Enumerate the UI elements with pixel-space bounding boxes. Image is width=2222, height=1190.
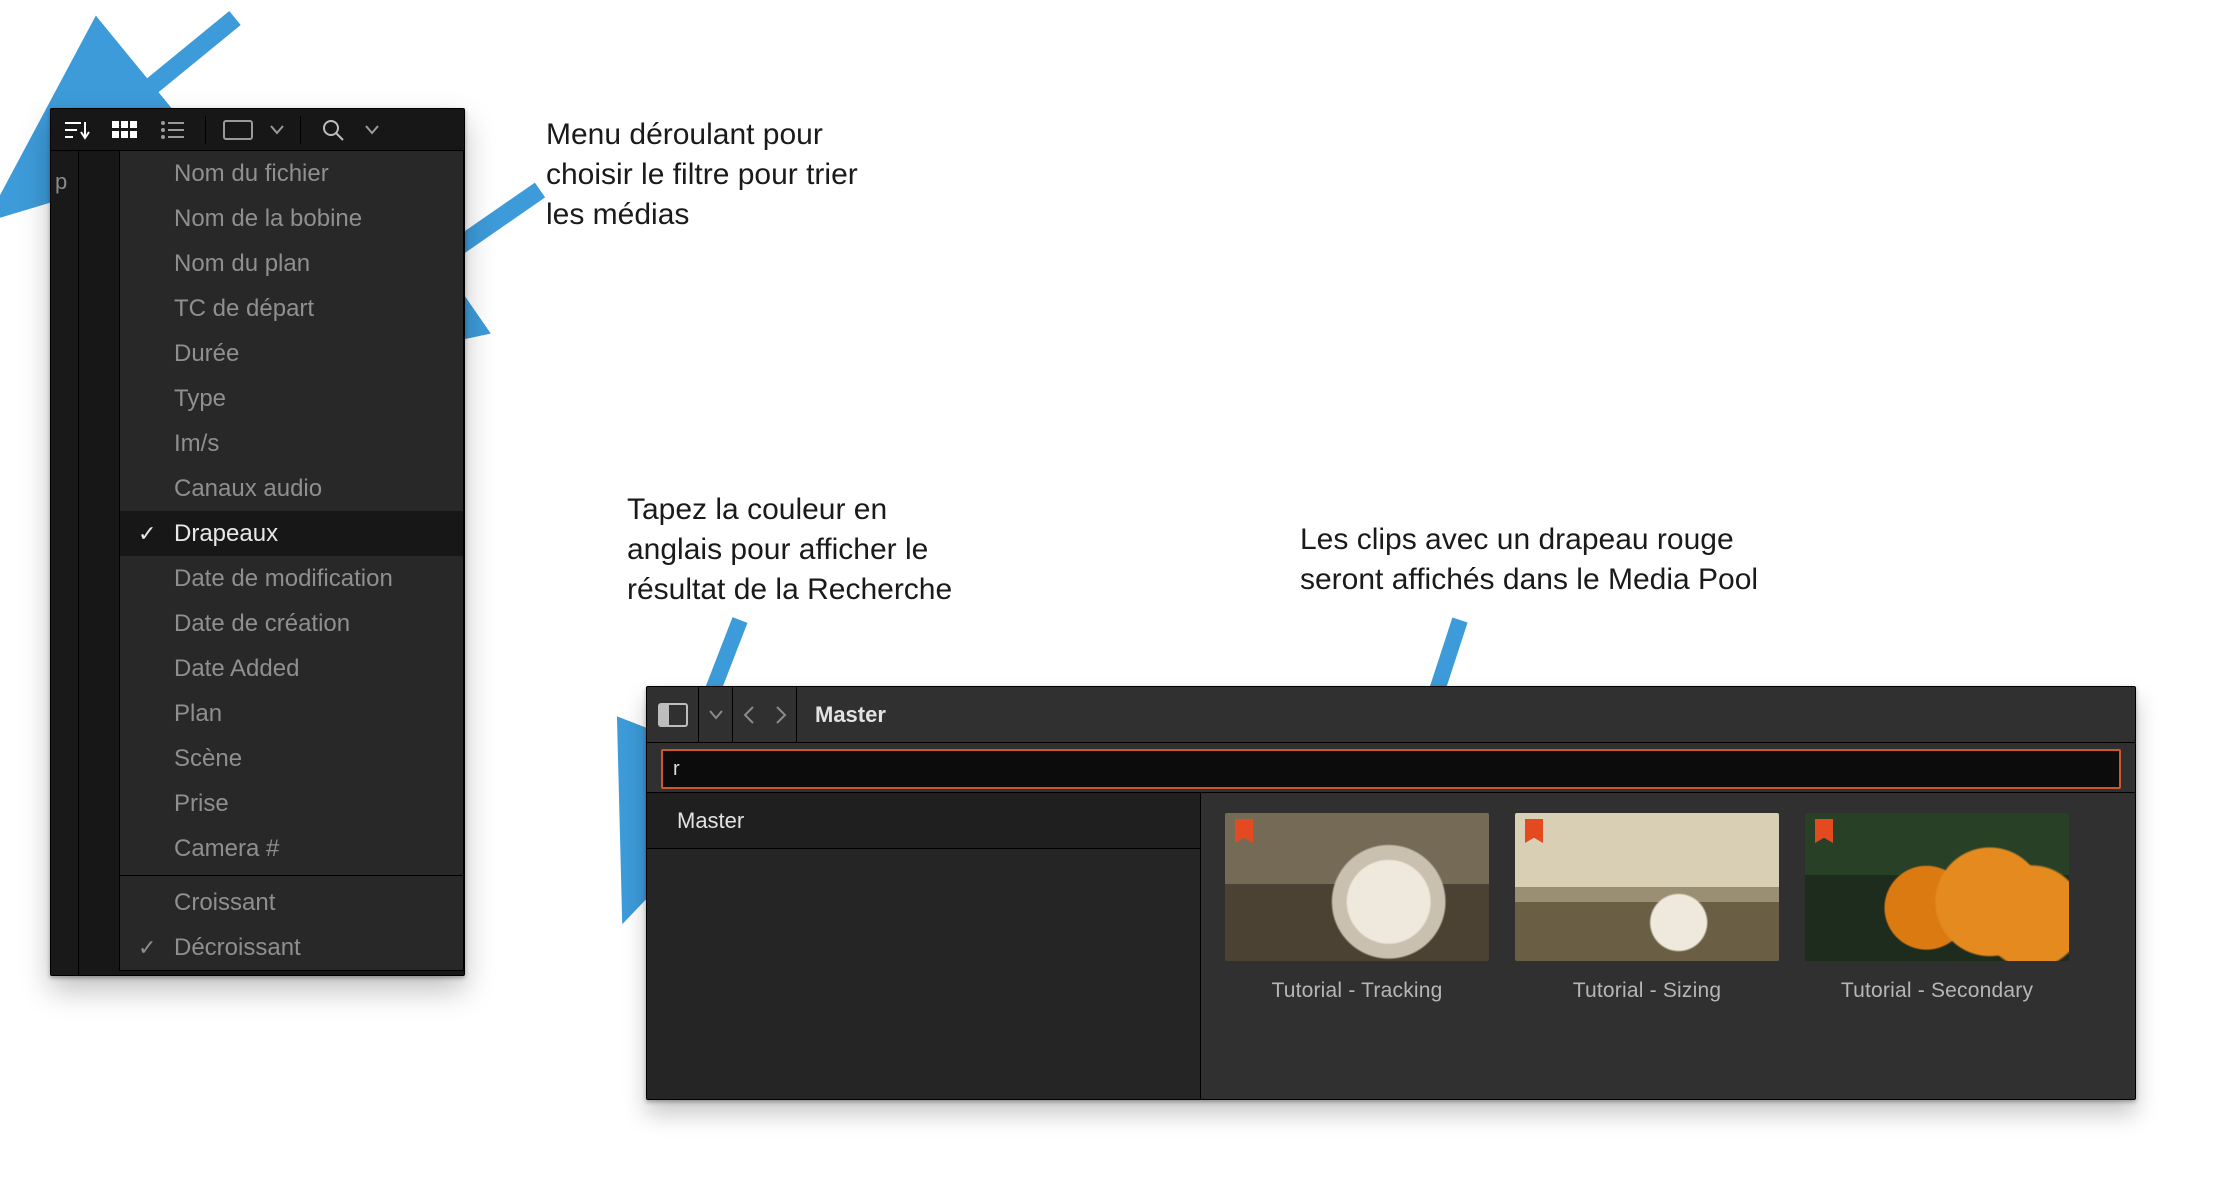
callout-result-hint: Les clips avec un drapeau rouge seront a… bbox=[1300, 520, 1758, 600]
breadcrumb: Master bbox=[797, 702, 886, 728]
thumbnail-view-button[interactable] bbox=[105, 110, 145, 150]
sort-option[interactable]: Type bbox=[120, 376, 463, 421]
sort-option[interactable]: Camera # bbox=[120, 826, 463, 871]
clip-thumbnail[interactable] bbox=[1805, 813, 2069, 961]
nav-back-button[interactable] bbox=[733, 687, 765, 743]
bin-list: Master bbox=[647, 793, 1201, 1099]
clip-item[interactable]: Tutorial - Sizing bbox=[1515, 813, 1779, 1079]
sort-option[interactable]: Date Added bbox=[120, 646, 463, 691]
flag-icon bbox=[1235, 819, 1253, 843]
sort-option[interactable]: Plan bbox=[120, 691, 463, 736]
flag-icon bbox=[1525, 819, 1543, 843]
sidebar-stub: p bbox=[51, 151, 79, 975]
nav-forward-button[interactable] bbox=[765, 687, 797, 743]
clip-view-chevron-icon[interactable] bbox=[266, 110, 288, 150]
sort-direction-option[interactable]: Croissant bbox=[120, 880, 463, 925]
media-pool-topbar: Master bbox=[647, 687, 2135, 743]
sort-option[interactable]: Nom du plan bbox=[120, 241, 463, 286]
clip-thumbnail[interactable] bbox=[1515, 813, 1779, 961]
search-input[interactable] bbox=[661, 749, 2121, 789]
sort-option[interactable]: TC de départ bbox=[120, 286, 463, 331]
search-chevron-icon[interactable] bbox=[361, 110, 383, 150]
clip-view-button[interactable] bbox=[218, 110, 258, 150]
sort-option[interactable]: Durée bbox=[120, 331, 463, 376]
sort-option[interactable]: Prise bbox=[120, 781, 463, 826]
sort-option[interactable]: Date de création bbox=[120, 601, 463, 646]
menu-separator bbox=[120, 875, 463, 876]
sort-menu: Nom du fichierNom de la bobineNom du pla… bbox=[119, 151, 464, 971]
list-view-button[interactable] bbox=[153, 110, 193, 150]
sort-option[interactable]: Nom de la bobine bbox=[120, 196, 463, 241]
sort-panel: p Nom du fichierNom de la bobineNom du p… bbox=[50, 108, 465, 976]
clip-thumbnail[interactable] bbox=[1225, 813, 1489, 961]
view-toolbar bbox=[51, 109, 464, 151]
sort-direction-option[interactable]: Décroissant bbox=[120, 925, 463, 970]
clip-label: Tutorial - Secondary bbox=[1841, 979, 2033, 1003]
bin-view-chevron-icon[interactable] bbox=[699, 687, 733, 743]
clip-label: Tutorial - Sizing bbox=[1573, 979, 1722, 1003]
sort-option[interactable]: Date de modification bbox=[120, 556, 463, 601]
search-button[interactable] bbox=[313, 110, 353, 150]
callout-search-hint: Tapez la couleur en anglais pour affiche… bbox=[627, 490, 952, 611]
sort-order-button[interactable] bbox=[57, 110, 97, 150]
search-row bbox=[647, 743, 2135, 793]
flag-icon bbox=[1815, 819, 1833, 843]
clip-label: Tutorial - Tracking bbox=[1271, 979, 1442, 1003]
sort-option[interactable]: Nom du fichier bbox=[120, 151, 463, 196]
sort-option[interactable]: Im/s bbox=[120, 421, 463, 466]
sort-option[interactable]: Scène bbox=[120, 736, 463, 781]
clip-grid: Tutorial - Tracking Tutorial - Sizing Tuto… bbox=[1201, 793, 2135, 1099]
sort-option[interactable]: Canaux audio bbox=[120, 466, 463, 511]
callout-sort-menu: Menu déroulant pour choisir le filtre po… bbox=[546, 115, 858, 236]
bin-sidebar-toggle[interactable] bbox=[647, 687, 699, 743]
sort-option[interactable]: Drapeaux bbox=[120, 511, 463, 556]
clip-item[interactable]: Tutorial - Tracking bbox=[1225, 813, 1489, 1079]
clip-item[interactable]: Tutorial - Secondary bbox=[1805, 813, 2069, 1079]
bin-row-master[interactable]: Master bbox=[647, 793, 1200, 849]
media-pool-panel: Master Master Tutorial - TrackingTutoria… bbox=[646, 686, 2136, 1100]
